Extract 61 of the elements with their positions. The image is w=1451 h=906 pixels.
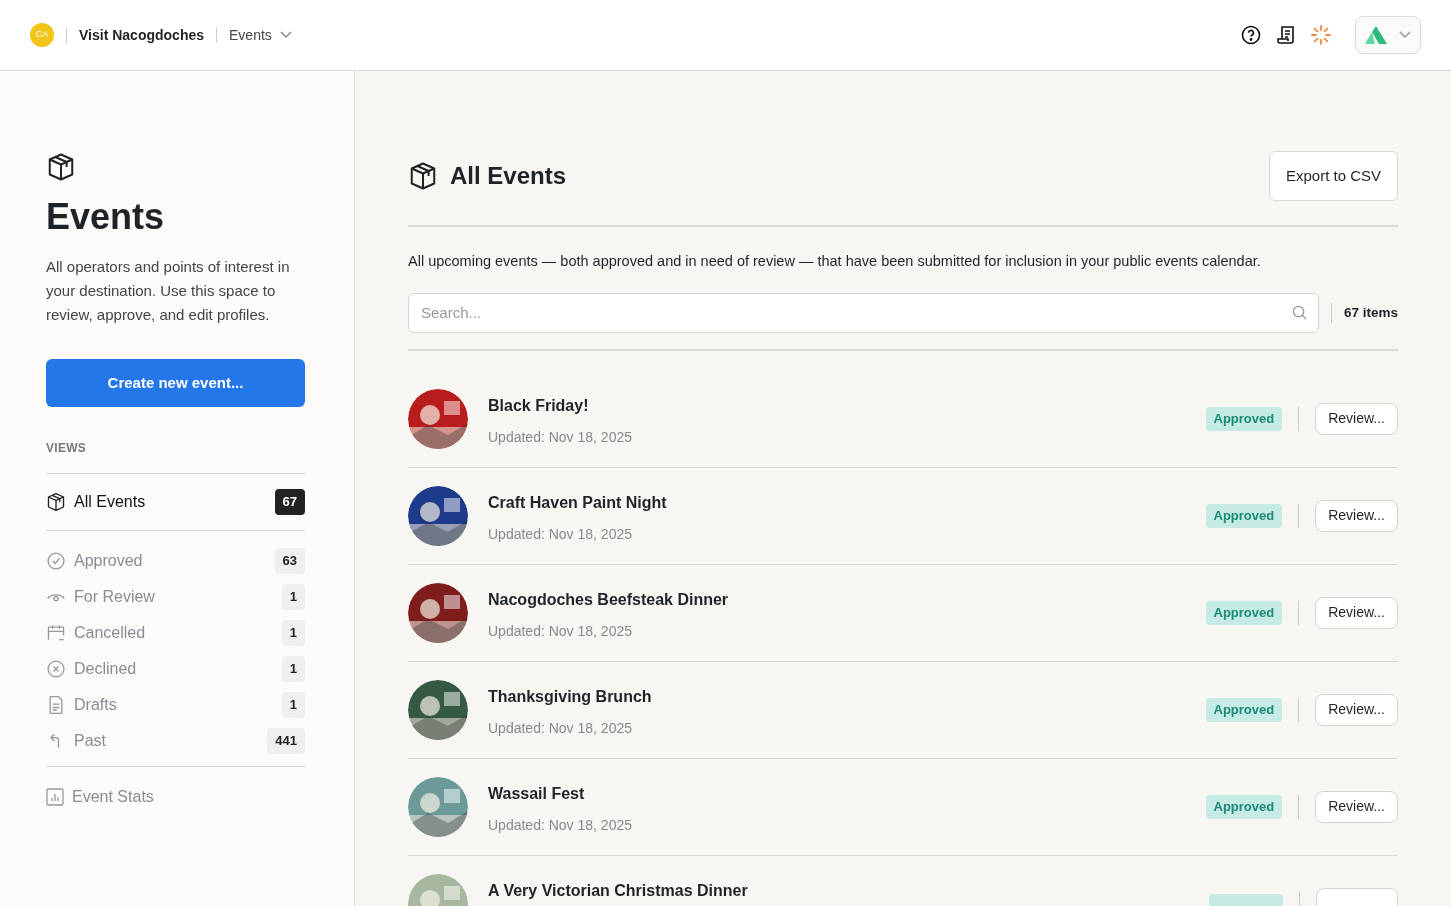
section-title: All Events bbox=[450, 161, 567, 191]
count-badge: 67 bbox=[274, 489, 305, 515]
page-title: Events bbox=[46, 195, 166, 239]
view-item[interactable]: Drafts 1 bbox=[46, 687, 305, 723]
updated-date: Updated: Nov 18, 2025 bbox=[488, 621, 633, 641]
declined-icon bbox=[46, 659, 66, 679]
box-icon bbox=[408, 161, 438, 191]
review-button[interactable]: Review... bbox=[1315, 402, 1398, 435]
item-count: 67 items bbox=[1343, 303, 1398, 322]
approved-icon bbox=[46, 551, 66, 571]
count-badge: 1 bbox=[281, 692, 305, 718]
count-badge: 1 bbox=[281, 620, 305, 646]
document-icon[interactable] bbox=[1277, 25, 1295, 45]
view-item[interactable]: All Events 67 bbox=[46, 474, 305, 530]
box-icon bbox=[46, 152, 76, 182]
cancelled-icon bbox=[46, 623, 66, 643]
review-button[interactable]: Review... bbox=[1315, 693, 1398, 726]
event-title[interactable]: Thanksgiving Brunch bbox=[488, 684, 1206, 709]
event-title[interactable]: Black Friday! bbox=[488, 393, 1206, 418]
review-button[interactable]: Review... bbox=[1315, 596, 1398, 629]
status-badge: Approved bbox=[1205, 407, 1283, 431]
description: All operators and points of interest in your destination. Use this space to review, approve, and edit profiles. bbox=[46, 257, 291, 325]
logo bbox=[1365, 26, 1387, 44]
updated-date: Updated: Nov 18, 2025 bbox=[488, 524, 633, 544]
help-icon[interactable] bbox=[1241, 25, 1261, 45]
section-label: VIEWS bbox=[46, 440, 88, 457]
create-event-button[interactable]: Create new event... bbox=[46, 359, 305, 407]
description: All upcoming events — both approved and in need of review — that have been submitted for inclusion in your public events calendar. bbox=[408, 252, 1262, 271]
loading-icon bbox=[1311, 25, 1331, 45]
event-title[interactable]: A Very Victorian Christmas Dinner bbox=[488, 878, 1209, 903]
event-title[interactable]: Wassail Fest bbox=[488, 781, 1206, 806]
status-badge: Approved bbox=[1205, 795, 1283, 819]
event-title[interactable]: Nacogdoches Beefsteak Dinner bbox=[488, 587, 1206, 612]
search-icon bbox=[1291, 304, 1307, 320]
updated-date: Updated: Nov 18, 2025 bbox=[488, 427, 633, 447]
export-button[interactable]: Export to CSV bbox=[1268, 151, 1398, 201]
chevron-icon bbox=[1399, 31, 1411, 39]
status-badge: Approved bbox=[1205, 601, 1283, 625]
updated-date: Updated: Nov 18, 2025 bbox=[488, 718, 633, 738]
review-button[interactable]: Review... bbox=[1315, 499, 1398, 532]
avatar: CA bbox=[30, 23, 54, 47]
count-badge: 1 bbox=[281, 656, 305, 682]
status-badge: Approved bbox=[1205, 504, 1283, 528]
review-button[interactable]: Review... bbox=[1315, 790, 1398, 823]
view-item[interactable]: Declined 1 bbox=[46, 651, 305, 687]
view-item[interactable]: Past 441 bbox=[46, 723, 305, 759]
view-item[interactable]: Cancelled 1 bbox=[46, 615, 305, 651]
search-field[interactable]: Search... bbox=[408, 292, 1319, 333]
all-icon bbox=[46, 492, 66, 512]
view-item[interactable]: For Review 1 bbox=[46, 579, 305, 615]
count-badge: 63 bbox=[274, 548, 305, 574]
view-item[interactable]: Approved 63 bbox=[46, 543, 305, 579]
chart-icon bbox=[46, 788, 64, 806]
count-badge: 441 bbox=[267, 728, 305, 754]
organization-name[interactable]: Visit Nacogdoches bbox=[79, 24, 204, 46]
event-title[interactable]: Craft Haven Paint Night bbox=[488, 490, 1206, 515]
chevron-icon bbox=[279, 31, 292, 39]
count-badge: 1 bbox=[281, 584, 305, 610]
updated-date: Updated: Nov 18, 2025 bbox=[488, 815, 633, 835]
section-dropdown[interactable]: Events bbox=[229, 24, 292, 46]
status-badge: Approved bbox=[1205, 698, 1283, 722]
